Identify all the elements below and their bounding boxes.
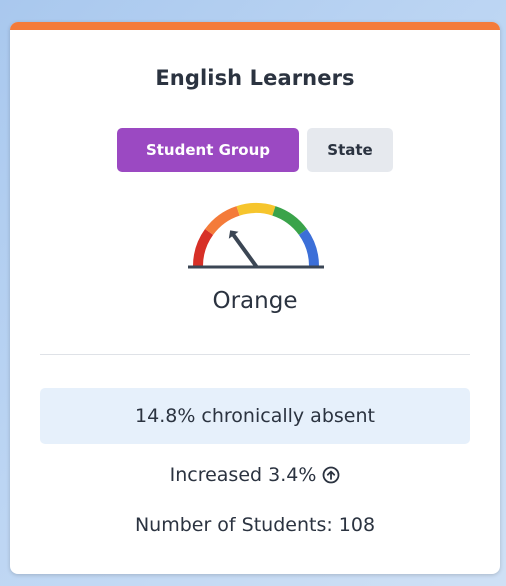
performance-level-label: Orange (212, 288, 298, 314)
gauge-segment-blue (298, 228, 319, 267)
card-accent-bar (10, 22, 500, 30)
state-toggle-button[interactable]: State (307, 128, 393, 172)
change-summary: Increased 3.4% (10, 464, 500, 486)
student-group-toggle-button[interactable]: Student Group (117, 128, 299, 172)
gauge-segment-orange (205, 206, 240, 236)
student-group-card: English Learners Student Group State Ora… (10, 22, 500, 574)
student-count: Number of Students: 108 (134, 514, 376, 536)
gauge-segments (193, 203, 319, 267)
gauge-segment-green (272, 206, 307, 236)
chronic-absence-metric: 14.8% chronically absent (40, 388, 470, 444)
gauge-segment-yellow (236, 203, 276, 216)
card-title: English Learners (155, 66, 355, 90)
gauge-segment-red (193, 228, 214, 267)
gauge-icon (188, 203, 324, 269)
gauge-needle (231, 233, 258, 268)
view-toggle-group: Student Group State (117, 128, 393, 172)
section-divider (40, 354, 470, 355)
change-text: Increased 3.4% (169, 464, 317, 486)
arrow-up-circle-icon (322, 466, 340, 484)
